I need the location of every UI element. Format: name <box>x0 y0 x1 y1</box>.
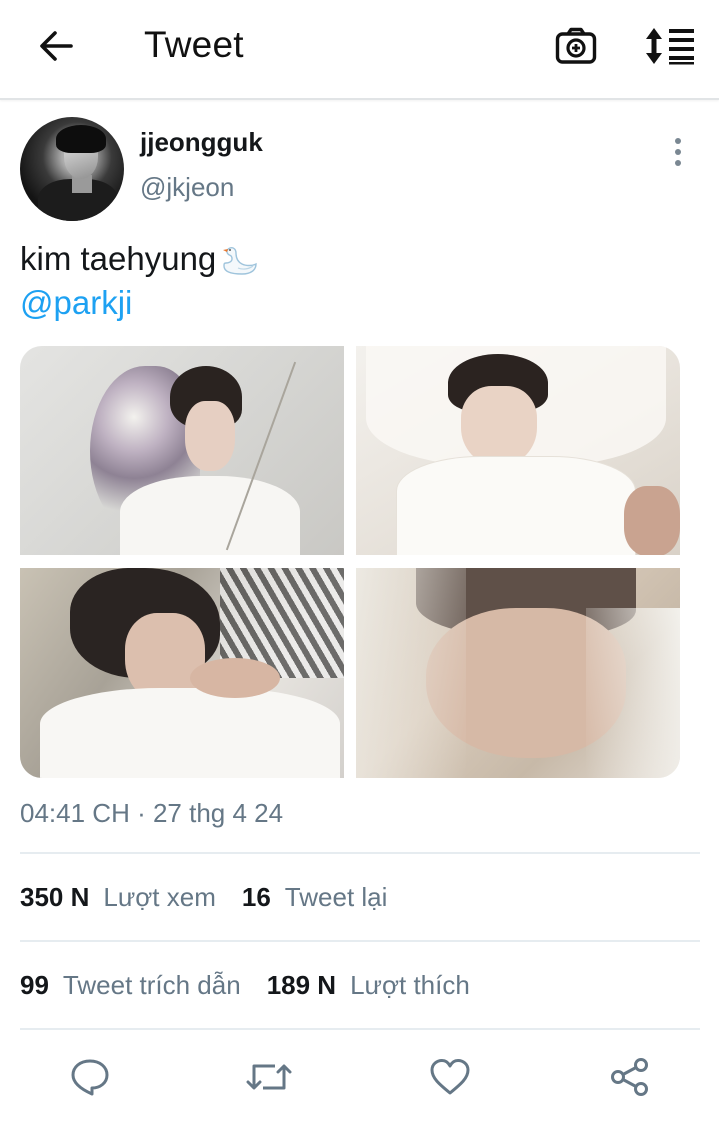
likes-count: 189 N <box>266 970 337 1000</box>
camera-button[interactable] <box>550 22 602 70</box>
stats-row-2: 99 Tweet trích dẫn 189 N Lượt thích <box>20 970 496 1001</box>
tweet-text: kim taehyung <box>20 238 258 280</box>
retweet-button[interactable] <box>244 1054 294 1100</box>
like-icon <box>430 1059 470 1095</box>
quotes-count: 99 <box>20 970 49 1000</box>
author-avatar[interactable] <box>20 117 124 221</box>
retweets-label: Tweet lại <box>284 882 388 912</box>
views-count: 350 N <box>20 882 90 912</box>
divider <box>20 1028 700 1030</box>
divider <box>20 852 700 854</box>
stats-row-1: 350 N Lượt xem 16 Tweet lại <box>20 882 413 913</box>
photo-person-face <box>185 401 235 471</box>
quotes-stat[interactable]: 99 Tweet trích dẫn <box>20 970 241 1001</box>
reply-button[interactable] <box>65 1054 115 1100</box>
swan-icon <box>223 247 257 275</box>
tweet-text-content: kim taehyung <box>20 240 217 277</box>
views-stat[interactable]: 350 N Lượt xem <box>20 882 216 913</box>
sort-button[interactable] <box>640 22 700 70</box>
tweet-action-bar <box>0 1040 719 1116</box>
like-button[interactable] <box>425 1054 475 1100</box>
quotes-label: Tweet trích dẫn <box>62 970 241 1000</box>
photo-person-shirt <box>120 476 300 555</box>
more-dot-icon <box>675 149 681 155</box>
views-label: Lượt xem <box>103 882 216 912</box>
photo-person-face <box>461 386 537 466</box>
more-dot-icon <box>675 138 681 144</box>
share-button[interactable] <box>605 1054 655 1100</box>
reply-icon <box>71 1059 109 1096</box>
arrow-left-icon <box>40 31 73 61</box>
share-icon <box>611 1058 648 1096</box>
tweet-media-grid <box>20 346 680 778</box>
photo-veil-fabric <box>356 568 466 778</box>
mention-link[interactable]: @parkji <box>20 284 132 322</box>
likes-label: Lượt thích <box>350 970 470 1000</box>
tweet-timestamp: 04:41 CH · 27 thg 4 24 <box>20 798 284 828</box>
photo-person-shirt <box>396 456 636 555</box>
photo-veil-fabric-right <box>586 608 680 778</box>
tweet-photo-4[interactable] <box>356 568 680 778</box>
tweet-photo-2[interactable] <box>356 346 680 555</box>
tweet-photo-3[interactable] <box>20 568 344 778</box>
more-dot-icon <box>675 160 681 166</box>
page-title: Tweet <box>144 24 244 65</box>
retweets-count: 16 <box>241 882 271 912</box>
camera-add-icon <box>555 27 597 64</box>
retweet-icon <box>246 1064 292 1090</box>
avatar-figure-hair <box>56 125 106 153</box>
likes-stat[interactable]: 189 N Lượt thích <box>267 970 470 1001</box>
photo-person-shirt <box>40 688 340 778</box>
photo-hand <box>624 486 680 555</box>
divider <box>20 940 700 942</box>
more-options-button[interactable] <box>660 132 696 172</box>
author-handle[interactable]: @jkjeon <box>140 172 234 203</box>
sort-list-icon <box>646 28 694 65</box>
author-display-name[interactable]: jjeongguk <box>140 127 263 158</box>
tweet-photo-1[interactable] <box>20 346 344 555</box>
retweets-stat[interactable]: 16 Tweet lại <box>242 882 388 913</box>
top-app-bar: Tweet <box>0 0 719 100</box>
photo-hand <box>190 658 280 698</box>
back-button[interactable] <box>30 22 82 70</box>
